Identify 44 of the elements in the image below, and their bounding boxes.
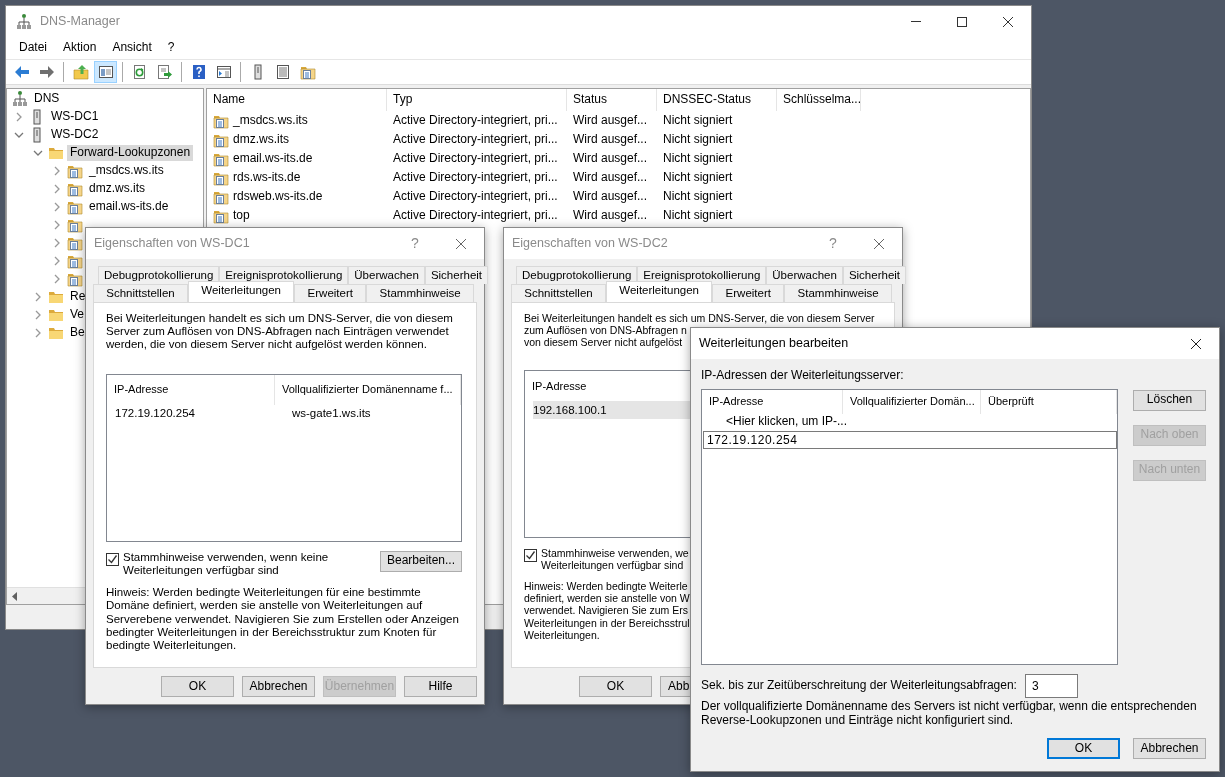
table-cell: rds.ws-its.de [233,170,301,185]
note-text: Weiterleitungen in der Bereichsstrul [524,616,690,629]
note-text: Hinweis: Werden bedingte Weiterle [524,580,688,593]
table-cell: Wird ausgef... [573,189,648,204]
timeout-label: Sek. bis zur Zeitüberschreitung der Weiterleitungsabfragen: [701,678,1017,693]
description-text: von diesem Server nicht aufgelöst [524,336,683,349]
description-text: Bei Weiterleitungen handelt es sich um DNS-Server, die von diesem Server zum Auflösen von DNS-Abfragen nach Einträgen verwendet werden, die von diesem Server nicht aufgelöst werden können. [106,312,454,352]
table-cell: Wird ausgef... [573,132,648,147]
note-text: Weiterleitungen. [524,628,600,641]
checkbox-label: Stammhinweise verwenden, we [541,547,689,560]
table-cell: Nicht signiert [663,113,733,128]
dialog-title: Eigenschaften von WS-DC1 [94,236,250,251]
section-label: IP-Adressen der Weiterleitungsserver: [701,369,905,383]
table-cell: Nicht signiert [663,132,733,147]
dialog-title: Eigenschaften von WS-DC2 [512,236,668,251]
note-text: Hinweis: Werden bedingte Weiterleitungen für eine bestimmte Domäne definiert, werden sie anstelle von Weiterleitungen auf Serverebene verwendet. Navigieren Sie zum Erstellen oder Anzeigen bedingter Weiterleitungen in der Bereichsstruktur zum Knoten für bedingte Weiterleitungen. [106,586,460,653]
table-cell: Nicht signiert [663,189,733,204]
table-cell: Wird ausgef... [573,151,648,166]
table-cell: dmz.ws.its [233,132,289,147]
table-cell: Nicht signiert [663,151,733,166]
table-cell: Nicht signiert [663,208,733,223]
dialog-title: Weiterleitungen bearbeiten [699,336,849,351]
table-cell: Wird ausgef... [573,113,648,128]
table-cell: _msdcs.ws.its [233,113,308,128]
table-cell: Wird ausgef... [573,208,648,223]
table-cell: Active Directory-integriert, pri... [393,189,558,204]
note-text: Der vollqualifizierte Domänenname des Servers ist nicht verfügbar, wenn die entsprechenden Reverse-Lookupzonen und Einträge nicht konfiguriert sind. [701,699,1198,728]
table-cell: Active Directory-integriert, pri... [393,151,558,166]
table-cell: top [233,208,250,223]
description-text: zum Auflösen von DNS-Abfragen n [524,324,687,337]
note-text: definiert, werden sie anstelle von W [524,592,690,605]
table-cell: Active Directory-integriert, pri... [393,132,558,147]
note-text: verwendet. Navigieren Sie zum Ers [524,604,688,617]
table-cell: Active Directory-integriert, pri... [393,208,558,223]
table-cell: rdsweb.ws-its.de [233,189,323,204]
checkbox-label: Stammhinweise verwenden, wenn keine Weiterleitungen verfügbar sind [123,550,330,578]
window-title: DNS-Manager [40,14,120,29]
description-text: Bei Weiterleitungen handelt es sich um DNS-Server, die von diesem Server [524,312,875,325]
table-cell: Active Directory-integriert, pri... [393,113,558,128]
table-cell: Nicht signiert [663,170,733,185]
table-cell: email.ws-its.de [233,151,313,166]
checkbox-label: Weiterleitungen verfügbar sind [541,559,684,572]
table-cell: Active Directory-integriert, pri... [393,170,558,185]
table-cell: Wird ausgef... [573,170,648,185]
